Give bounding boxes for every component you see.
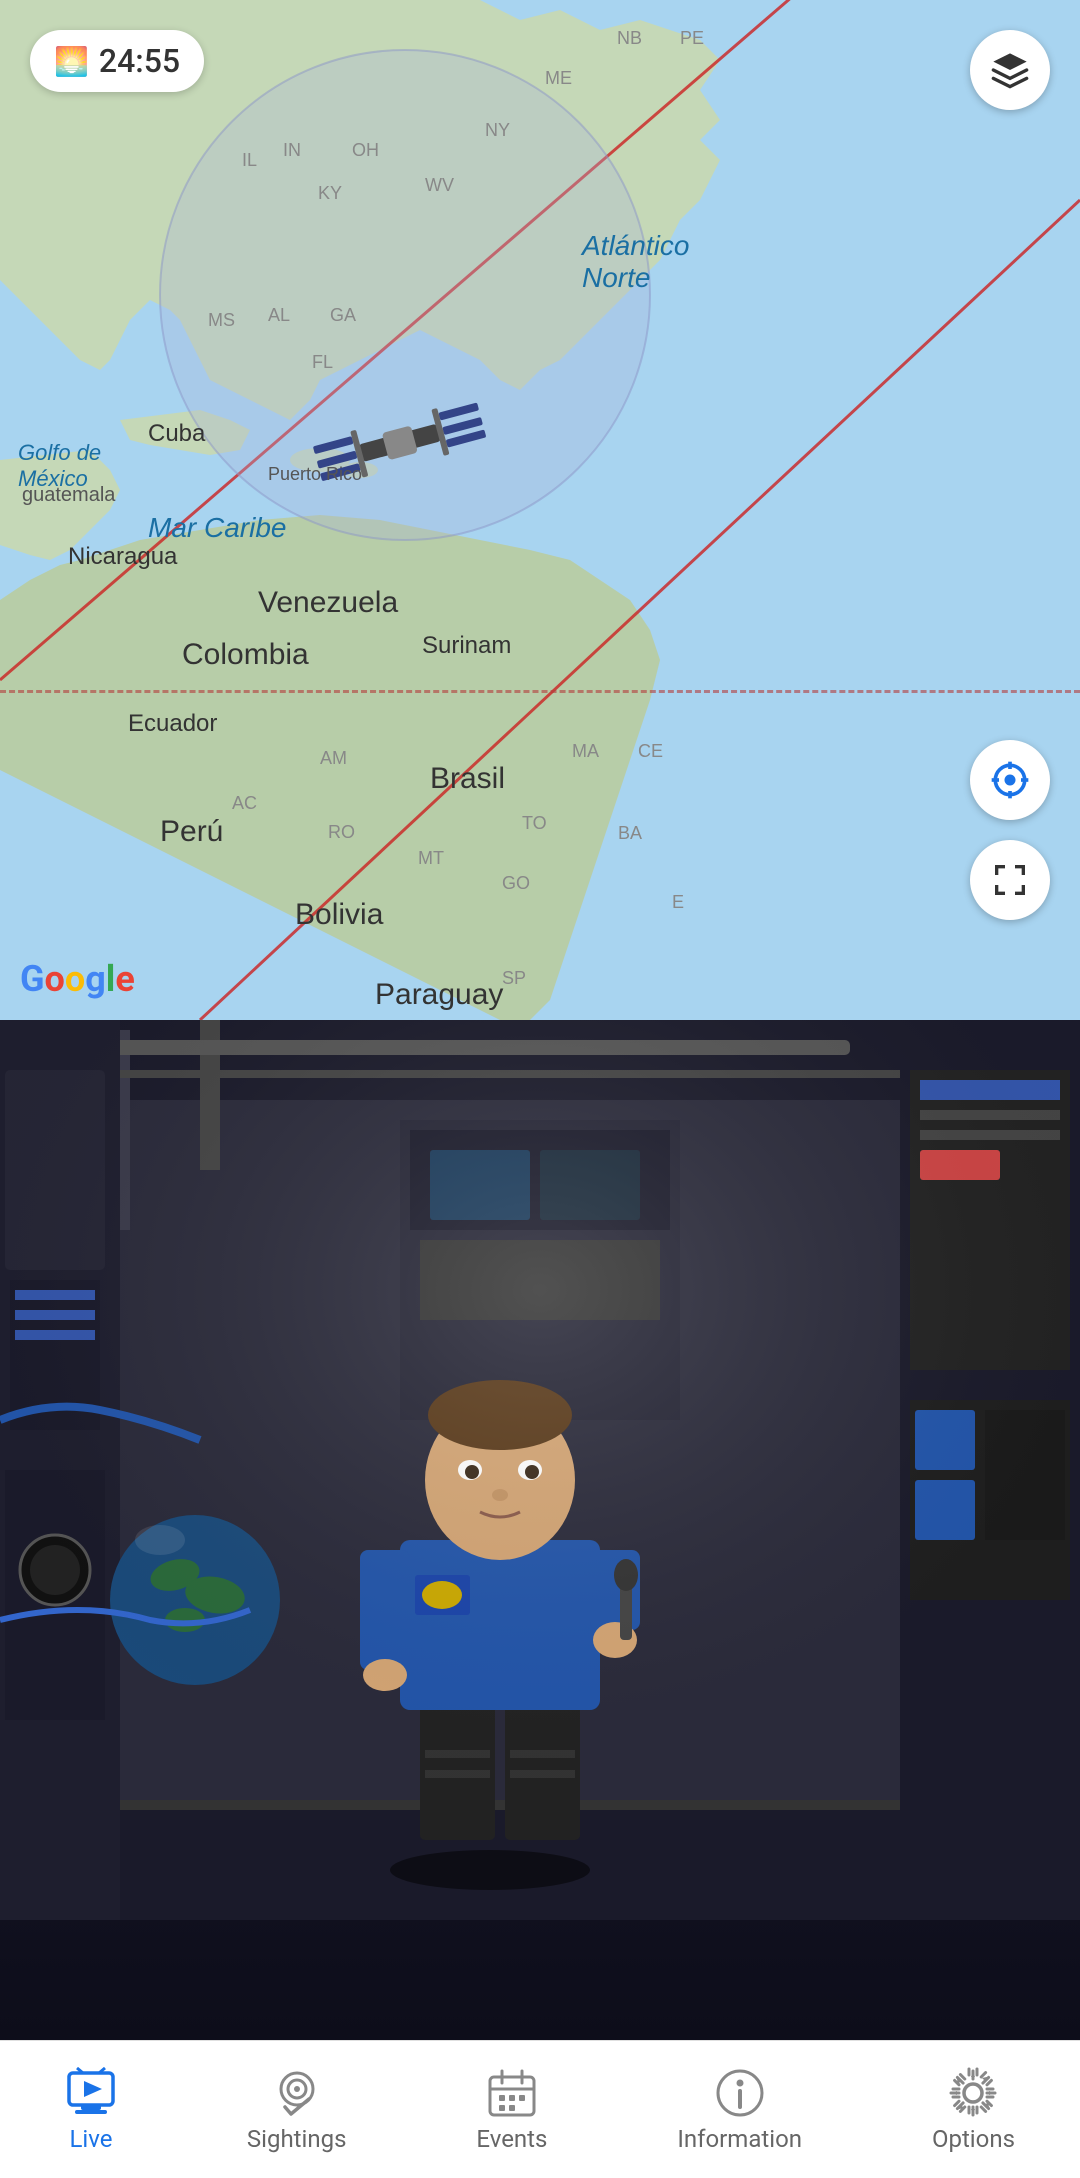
map-label-il: IL [242,150,257,171]
options-icon [947,2067,999,2119]
map-label-oh: OH [352,140,379,161]
nav-label-events: Events [476,2125,547,2153]
timer-badge: 🌅 24:55 [30,30,204,92]
nav-label-live: Live [69,2125,112,2153]
live-icon [65,2067,117,2119]
map-label-ms: MS [208,310,235,331]
map-label-nicaragua: Nicaragua [68,543,177,571]
nav-label-information: Information [677,2125,802,2153]
sunrise-icon: 🌅 [54,45,89,78]
sightings-icon [271,2067,323,2119]
map-label-in: IN [283,140,301,161]
nav-item-live[interactable]: Live [45,2057,137,2163]
bottom-nav: Live Sightings [0,2040,1080,2178]
map-label-caribe: Mar Caribe [148,512,286,544]
equator-line [0,690,1080,693]
map-label-atlantico: AtlánticoNorte [582,230,689,294]
map-label-mt: MT [418,848,444,869]
iss-interior-svg [0,1020,1080,1920]
map-label-paraguay: Paraguay [375,978,503,1012]
nav-label-sightings: Sightings [247,2125,347,2153]
map-label-ny: NY [485,120,510,141]
map-label-colombia: Colombia [182,638,309,672]
expand-button[interactable] [970,840,1050,920]
map-label-e: E [672,892,684,913]
map-label-ecuador: Ecuador [128,710,217,738]
map-label-surinam: Surinam [422,632,511,660]
map-label-peru: Perú [160,815,223,849]
map-label-go: GO [502,873,530,894]
map-label-guatemala: guatemala [22,484,115,507]
map-label-pe: PE [680,28,704,49]
map-label-me: ME [545,68,572,89]
information-icon [714,2067,766,2119]
center-iss-button[interactable] [970,740,1050,820]
events-icon [486,2067,538,2119]
map-label-ce: CE [638,741,663,762]
map-label-brasil: Brasil [430,762,505,796]
map-label-ba: BA [618,823,642,844]
map-section[interactable]: NB PE ME NY IN OH WV KY IL MS AL GA FL C… [0,0,1080,1020]
map-label-al: AL [268,305,290,326]
map-label-am: AM [320,748,347,769]
map-svg [0,0,1080,1020]
map-label-ky: KY [318,183,342,204]
map-label-ga: GA [330,305,356,326]
map-label-bolivia: Bolivia [295,898,383,932]
google-logo: Google [20,958,135,1000]
nav-item-events[interactable]: Events [456,2057,567,2163]
timer-value: 24:55 [99,42,180,80]
map-label-nb: NB [617,28,642,49]
map-label-venezuela: Venezuela [258,586,398,620]
nav-label-options: Options [932,2125,1015,2153]
map-label-puertorico: Puerto Rico [268,464,362,485]
map-label-sp: SP [502,968,526,989]
layer-button[interactable] [970,30,1050,110]
nav-item-information[interactable]: Information [657,2057,822,2163]
map-label-wv: WV [425,175,454,196]
video-section [0,1020,1080,2040]
nav-item-sightings[interactable]: Sightings [227,2057,367,2163]
map-label-ma: MA [572,741,599,762]
map-label-to: TO [522,813,547,834]
map-label-ac: AC [232,793,257,814]
map-label-ro: RO [328,822,355,843]
video-feed [0,1020,1080,2040]
map-label-cuba: Cuba [148,420,205,448]
map-label-fl: FL [312,352,333,373]
nav-item-options[interactable]: Options [912,2057,1035,2163]
